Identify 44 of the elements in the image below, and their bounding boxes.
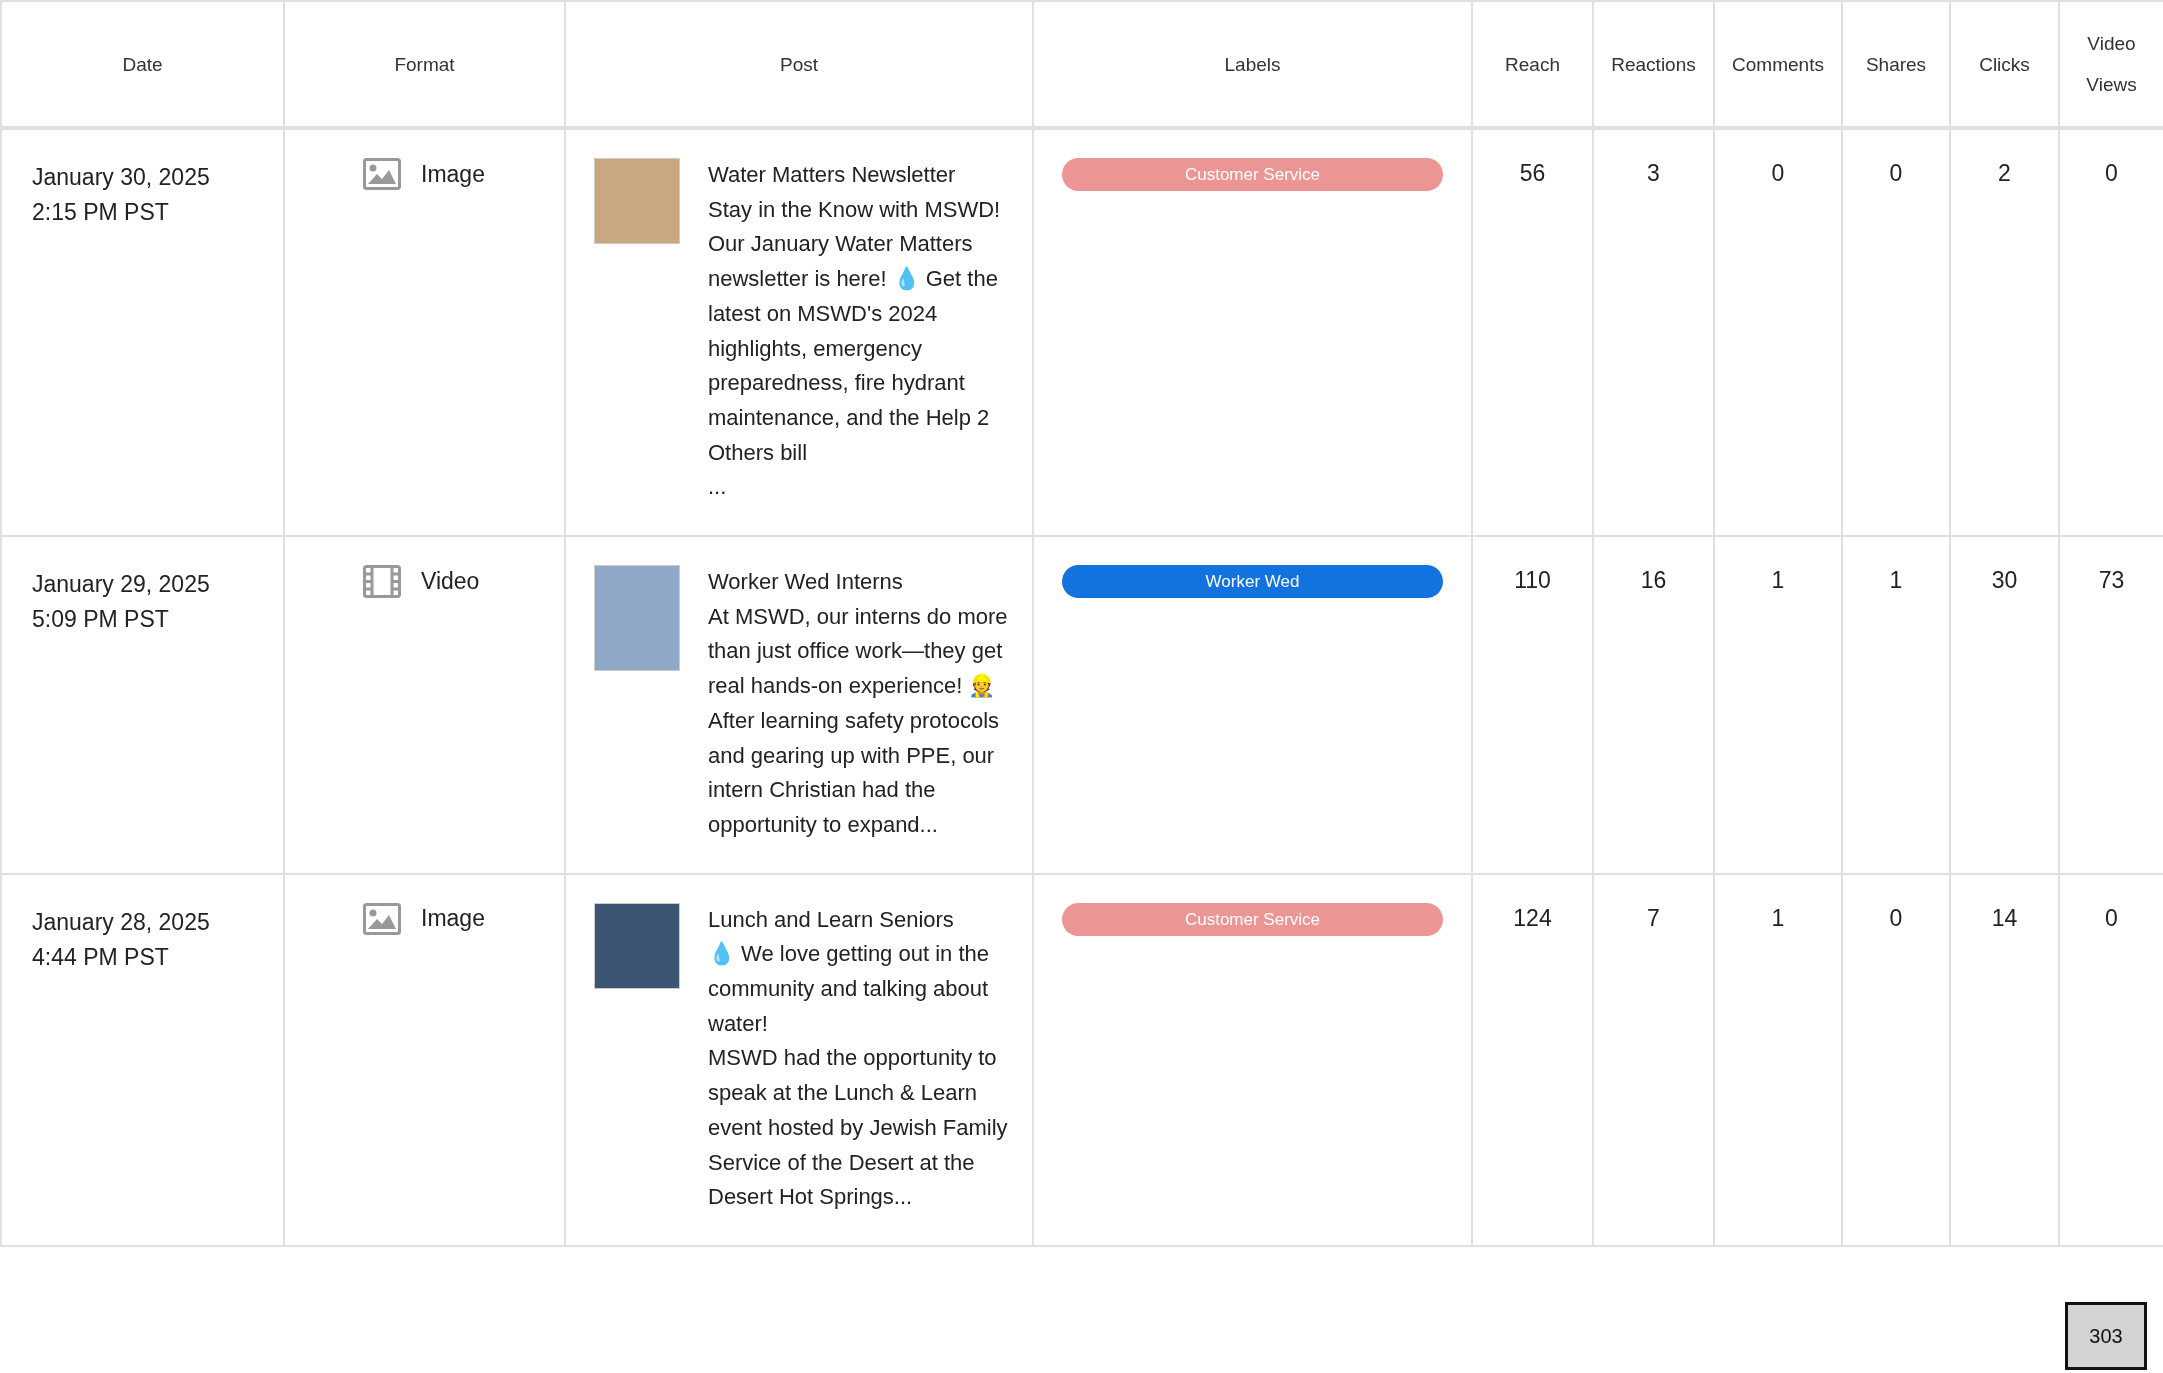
metric-value: 30 (1990, 566, 2019, 595)
label-tag: Worker Wed (1062, 565, 1443, 599)
post-text: Water Matters Newsletter Stay in the Know with MSWD! Our January Water Matters newsletter is here! 💧 Get the latest on MSWD's 2024 highlights, emergency preparedness, fire hydrant maintenance, and the Help 2 Others bill ... (708, 161, 1002, 502)
metric-value: 14 (1990, 903, 2019, 932)
column-header[interactable]: Reach (1472, 1, 1593, 128)
post-text: Worker Wed Interns At MSWD, our interns do more than just office work—they get real hands-on experience! 👷After learning safety protocols and gearing up with PPE, our intern Christian had the opportunity to expand... (708, 568, 1008, 839)
metric-value: 1 (1770, 903, 1786, 932)
post-date: January 30, 2025 2:15 PM PST (31, 163, 211, 227)
label-tag: Customer Service (1062, 902, 1443, 936)
column-header[interactable]: Clicks (1950, 1, 2059, 128)
metric-value: 0 (1888, 903, 1904, 932)
film-icon (363, 565, 401, 599)
column-header[interactable]: Shares (1842, 1, 1950, 128)
metric-value: 124 (1512, 903, 1553, 932)
metric-value: 73 (2097, 566, 2126, 595)
format-label: Video (421, 568, 480, 596)
column-header[interactable]: Video Views (2059, 1, 2163, 128)
column-header[interactable]: Comments (1714, 1, 1842, 128)
metric-value: 7 (1646, 903, 1661, 932)
format-label: Image (421, 905, 485, 933)
column-header[interactable]: Labels (1033, 1, 1472, 128)
label-tag: Customer Service (1062, 158, 1443, 191)
metric-value: 0 (2104, 159, 2119, 187)
post-text: Lunch and Learn Seniors 💧 We love getting out in the community and talking about water! MSWD had the opportunity to speak at the Lunch & Learn event hosted by Jewish Family Service of the Desert at the Desert Hot Springs... (708, 905, 1008, 1212)
metric-value: 3 (1646, 159, 1661, 187)
metric-value: 56 (1518, 159, 1547, 187)
metric-value: 16 (1639, 566, 1668, 595)
metric-value: 1 (1888, 566, 1904, 595)
metric-value: 0 (2104, 903, 2119, 932)
column-header[interactable]: Format (284, 1, 565, 128)
image-icon (363, 902, 401, 935)
counter-badge: 303 (2065, 1302, 2147, 1370)
post-date: January 29, 2025 5:09 PM PST (31, 570, 211, 635)
image-icon (363, 158, 401, 190)
metric-value: 110 (1513, 566, 1552, 595)
metric-value: 2 (1997, 159, 2012, 187)
metric-value: 1 (1770, 566, 1786, 595)
metric-value: 0 (1770, 159, 1786, 187)
format-label: Image (421, 160, 485, 188)
post-date: January 28, 2025 4:44 PM PST (31, 907, 211, 972)
column-header[interactable]: Reactions (1593, 1, 1714, 128)
column-header[interactable]: Date (1, 1, 284, 128)
metric-value: 0 (1888, 159, 1904, 187)
column-header[interactable]: Post (565, 1, 1033, 128)
